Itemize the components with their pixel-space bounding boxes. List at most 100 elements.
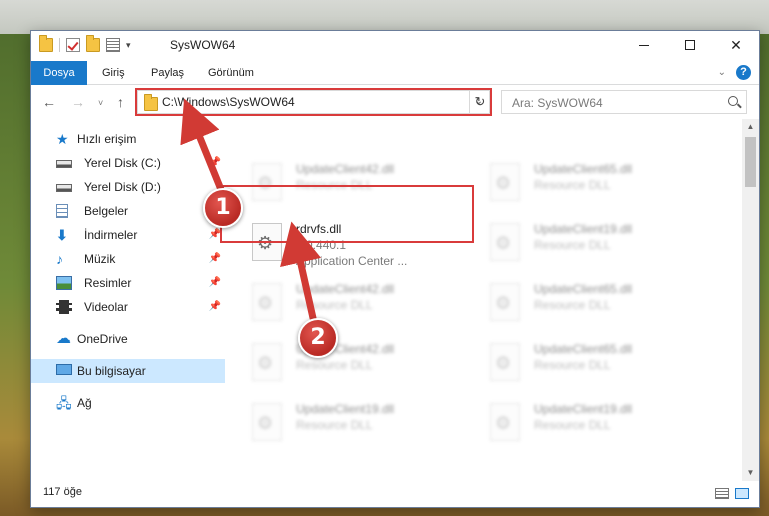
- folder-icon: [39, 35, 53, 52]
- file-tile[interactable]: UpdateClient65.dll Resource DLL: [464, 157, 694, 209]
- dll-file-icon: [490, 283, 520, 321]
- pin-icon[interactable]: 📌: [209, 277, 221, 288]
- star-icon: ★: [56, 131, 69, 147]
- pictures-icon: [56, 276, 72, 290]
- search-box[interactable]: Ara: SysWOW64: [501, 90, 747, 114]
- sidebar-item-this-pc[interactable]: Bu bilgisayar: [31, 359, 225, 383]
- sidebar-item-label: Ağ: [77, 396, 92, 410]
- sidebar-item-label: İndirmeler: [84, 228, 138, 242]
- file-name: UpdateClient19.dll: [296, 402, 395, 416]
- file-name: UpdateClient65.dll: [534, 162, 633, 176]
- sidebar-item-pictures[interactable]: Resimler 📌: [31, 271, 225, 295]
- callout-badge-2: 2: [298, 318, 338, 358]
- file-name: UpdateClient65.dll: [534, 342, 633, 356]
- sidebar-item-downloads[interactable]: ⬇ İndirmeler 📌: [31, 223, 225, 247]
- file-description: Resource DLL: [534, 238, 611, 252]
- file-tile[interactable]: UpdateClient19.dll Resource DLL: [464, 217, 694, 269]
- item-count: 117 öğe: [43, 486, 82, 498]
- new-folder-icon[interactable]: [86, 35, 100, 52]
- file-tile[interactable]: UpdateClient65.dll Resource DLL: [464, 337, 694, 389]
- customize-view-icon[interactable]: [106, 38, 120, 52]
- sidebar-item-label: Müzik: [84, 252, 116, 266]
- tab-view[interactable]: Görünüm: [208, 61, 254, 85]
- dll-file-icon: [490, 163, 520, 201]
- dll-file-icon: [490, 223, 520, 261]
- file-description: Application Center ...: [296, 254, 408, 268]
- videos-icon: [56, 300, 72, 314]
- vertical-scrollbar[interactable]: ▲ ▼: [742, 119, 759, 481]
- ribbon-controls: ⌄ ?: [718, 65, 751, 80]
- sidebar-item-onedrive[interactable]: ☁ OneDrive: [31, 327, 225, 351]
- dll-file-icon: [490, 343, 520, 381]
- scroll-down-arrow-icon[interactable]: ▼: [742, 465, 759, 481]
- toolbar-divider: [59, 38, 60, 52]
- tab-file[interactable]: Dosya: [31, 61, 87, 85]
- network-icon: 🖧: [56, 395, 72, 411]
- chevron-down-icon[interactable]: ▾: [126, 40, 131, 51]
- recent-locations-chevron-icon[interactable]: ˅: [98, 98, 103, 108]
- callout-badge-1: 1: [203, 188, 243, 228]
- file-tile[interactable]: UpdateClient42.dll Resource DLL: [226, 337, 456, 389]
- sidebar-item-quick-access[interactable]: ★ Hızlı erişim: [31, 127, 225, 151]
- file-description: Resource DLL: [534, 358, 611, 372]
- details-view-icon[interactable]: [715, 488, 729, 499]
- pin-icon[interactable]: 📌: [209, 157, 221, 168]
- ribbon-tabs: Dosya Giriş Paylaş Görünüm ⌄ ?: [31, 61, 759, 85]
- downloads-icon: ⬇: [56, 227, 68, 243]
- sidebar-item-label: Bu bilgisayar: [77, 364, 146, 378]
- quick-access-toolbar: ▾: [39, 35, 131, 52]
- sidebar-item-videos[interactable]: Videolar 📌: [31, 295, 225, 319]
- address-highlight-box: [135, 88, 492, 116]
- help-icon[interactable]: ?: [736, 65, 751, 80]
- sidebar-item-documents[interactable]: Belgeler 📌: [31, 199, 225, 223]
- file-name: UpdateClient42.dll: [296, 162, 395, 176]
- maximize-button[interactable]: [667, 31, 713, 59]
- sidebar-item-local-disk-d[interactable]: Yerel Disk (D:): [31, 175, 225, 199]
- file-explorer-window: ▾ SysWOW64 ✕ Dosya Giriş Paylaş Görünüm …: [30, 30, 760, 508]
- sidebar-item-local-disk-c[interactable]: Yerel Disk (C:) 📌: [31, 151, 225, 175]
- properties-check-icon[interactable]: [66, 38, 80, 52]
- sidebar-item-network[interactable]: 🖧 Ağ: [31, 391, 225, 415]
- file-description: Resource DLL: [296, 418, 373, 432]
- sidebar-item-label: Belgeler: [84, 204, 129, 218]
- file-description: Resource DLL: [534, 298, 611, 312]
- file-tile[interactable]: UpdateClient19.dll Resource DLL: [226, 397, 456, 449]
- file-tile[interactable]: UpdateClient19.dll Resource DLL: [464, 397, 694, 449]
- minimize-button[interactable]: [621, 31, 667, 59]
- back-arrow-icon[interactable]: ←: [42, 94, 56, 110]
- file-list: UpdateClient42.dll Resource DLL UpdateCl…: [226, 119, 742, 481]
- file-tile[interactable]: UpdateClient42.dll Resource DLL: [226, 277, 456, 329]
- drive-icon: [56, 184, 72, 192]
- sidebar-item-label: Videolar: [84, 300, 128, 314]
- expand-ribbon-chevron-icon[interactable]: ⌄: [718, 67, 726, 78]
- dll-file-icon: [252, 343, 282, 381]
- dll-file-icon: [252, 403, 282, 441]
- tiles-view-icon[interactable]: [735, 488, 749, 499]
- music-icon: ♪: [56, 251, 63, 267]
- scroll-up-arrow-icon[interactable]: ▲: [742, 119, 759, 135]
- documents-icon: [56, 204, 68, 218]
- up-arrow-icon[interactable]: ↑: [117, 94, 124, 110]
- sidebar-item-label: Resimler: [84, 276, 132, 290]
- search-icon[interactable]: [728, 96, 738, 106]
- file-tile[interactable]: UpdateClient65.dll Resource DLL: [464, 277, 694, 329]
- sidebar-item-label: OneDrive: [77, 332, 128, 346]
- close-icon: ✕: [730, 36, 742, 53]
- dll-file-icon: [252, 283, 282, 321]
- forward-arrow-icon[interactable]: →: [71, 94, 85, 110]
- pin-icon[interactable]: 📌: [209, 253, 221, 264]
- pin-icon[interactable]: 📌: [209, 301, 221, 312]
- file-description: Resource DLL: [534, 418, 611, 432]
- close-button[interactable]: ✕: [713, 31, 759, 59]
- tab-share[interactable]: Paylaş: [151, 61, 184, 85]
- tab-home[interactable]: Giriş: [102, 61, 125, 85]
- minimize-icon: [639, 44, 649, 46]
- scroll-thumb[interactable]: [745, 137, 756, 187]
- file-highlight-box: [220, 185, 474, 243]
- sidebar-item-music[interactable]: ♪ Müzik 📌: [31, 247, 225, 271]
- search-input[interactable]: Ara: SysWOW64: [512, 96, 603, 110]
- file-description: Resource DLL: [534, 178, 611, 192]
- sidebar-item-label: Hızlı erişim: [77, 132, 137, 146]
- file-name: UpdateClient65.dll: [534, 282, 633, 296]
- dll-file-icon: [490, 403, 520, 441]
